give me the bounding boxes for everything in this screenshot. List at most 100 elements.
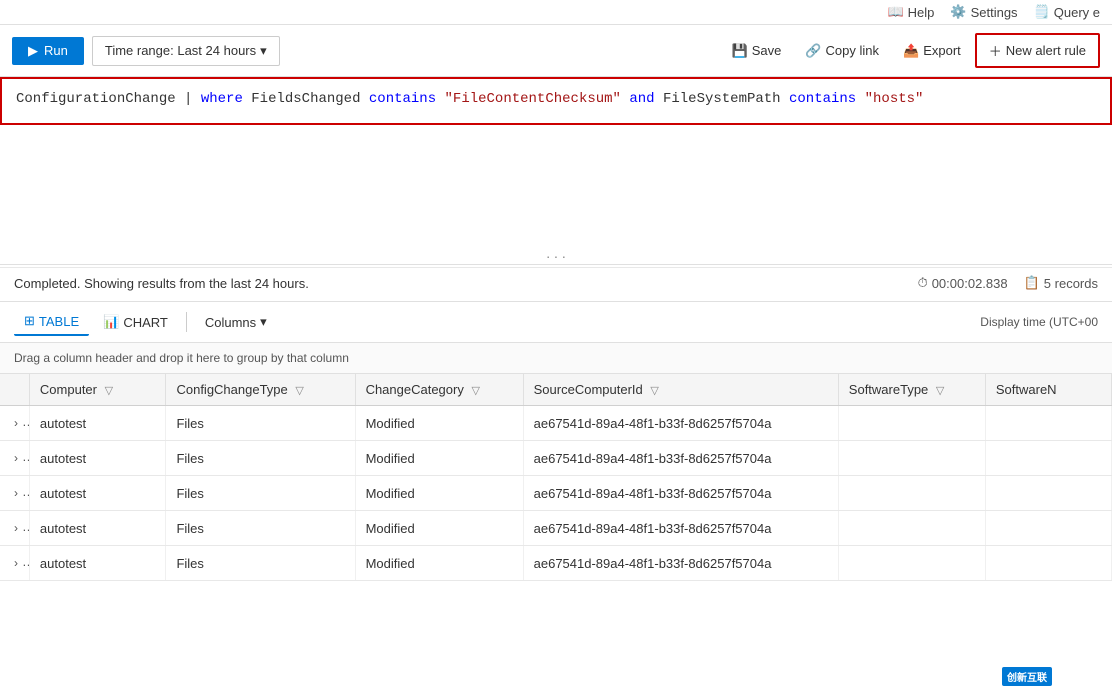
query-part-and: and bbox=[629, 91, 663, 107]
query-editor-label: Query e bbox=[1054, 5, 1100, 20]
table-cell bbox=[838, 546, 985, 581]
duration-value: 00:00:02.838 bbox=[932, 276, 1008, 291]
table-cell: ae67541d-89a4-48f1-b33f-8d6257f5704a bbox=[523, 476, 838, 511]
chevron-down-icon: ▾ bbox=[260, 314, 267, 330]
table-cell bbox=[985, 546, 1111, 581]
view-toggle-row: ⊞ TABLE 📊 CHART Columns ▾ Display time (… bbox=[0, 302, 1112, 343]
expand-row-button[interactable]: › bbox=[10, 449, 22, 467]
query-part-contains1: contains bbox=[369, 91, 445, 107]
query-part-string2: "hosts" bbox=[865, 91, 924, 107]
config-change-type-col-header[interactable]: ConfigChangeType ▽ bbox=[166, 374, 355, 406]
table-row[interactable]: ›autotestFilesModifiedae67541d-89a4-48f1… bbox=[0, 406, 1112, 441]
data-table: Computer ▽ ConfigChangeType ▽ ChangeCate… bbox=[0, 374, 1112, 581]
display-time: Display time (UTC+00 bbox=[980, 315, 1098, 329]
table-cell: autotest bbox=[29, 476, 166, 511]
ellipsis-indicator: . . . bbox=[0, 125, 1112, 268]
table-cell: Files bbox=[166, 406, 355, 441]
copy-link-button[interactable]: 🔗 Copy link bbox=[795, 37, 889, 65]
table-view-button[interactable]: ⊞ TABLE bbox=[14, 308, 89, 336]
table-cell: Modified bbox=[355, 406, 523, 441]
view-divider bbox=[186, 312, 187, 332]
source-computer-id-filter-icon[interactable]: ▽ bbox=[650, 384, 658, 397]
chart-view-button[interactable]: 📊 CHART bbox=[93, 309, 178, 335]
software-n-col-header[interactable]: SoftwareN bbox=[985, 374, 1111, 406]
clock-icon: ⏱ bbox=[918, 275, 928, 291]
query-editor-nav-item[interactable]: 🗒️ Query e bbox=[1034, 4, 1100, 20]
table-cell: ae67541d-89a4-48f1-b33f-8d6257f5704a bbox=[523, 441, 838, 476]
results-header: Completed. Showing results from the last… bbox=[0, 265, 1112, 302]
save-icon: 💾 bbox=[732, 43, 748, 59]
query-part-pipe: | bbox=[184, 91, 201, 107]
expand-row-button[interactable]: › bbox=[10, 519, 22, 537]
computer-filter-icon[interactable]: ▽ bbox=[105, 384, 113, 397]
table-cell: autotest bbox=[29, 441, 166, 476]
source-computer-id-col-header[interactable]: SourceComputerId ▽ bbox=[523, 374, 838, 406]
settings-icon: ⚙️ bbox=[950, 4, 966, 20]
query-editor[interactable]: ConfigurationChange | where FieldsChange… bbox=[0, 77, 1112, 125]
computer-col-header[interactable]: Computer ▽ bbox=[29, 374, 166, 406]
settings-label: Settings bbox=[971, 5, 1018, 20]
help-icon: 📖 bbox=[887, 4, 903, 20]
save-button[interactable]: 💾 Save bbox=[722, 37, 792, 65]
table-cell: Files bbox=[166, 441, 355, 476]
change-category-filter-icon[interactable]: ▽ bbox=[471, 384, 479, 397]
watermark: 创新互联 bbox=[1002, 667, 1052, 686]
table-cell: Files bbox=[166, 476, 355, 511]
expand-col-header bbox=[0, 374, 29, 406]
records-meta: 📋 5 records bbox=[1024, 275, 1098, 291]
toolbar-actions: 💾 Save 🔗 Copy link 📤 Export ＋ New alert … bbox=[722, 33, 1100, 68]
table-cell: ae67541d-89a4-48f1-b33f-8d6257f5704a bbox=[523, 546, 838, 581]
table-cell bbox=[985, 476, 1111, 511]
drag-notice: Drag a column header and drop it here to… bbox=[0, 343, 1112, 374]
table-body: ›autotestFilesModifiedae67541d-89a4-48f1… bbox=[0, 406, 1112, 581]
table-cell bbox=[838, 511, 985, 546]
table-row[interactable]: ›autotestFilesModifiedae67541d-89a4-48f1… bbox=[0, 511, 1112, 546]
records-value: 5 records bbox=[1044, 276, 1098, 291]
table-container[interactable]: Computer ▽ ConfigChangeType ▽ ChangeCate… bbox=[0, 374, 1112, 581]
export-icon: 📤 bbox=[903, 43, 919, 59]
query-empty-area: . . . bbox=[0, 125, 1112, 265]
table-cell: Files bbox=[166, 546, 355, 581]
expand-row-button[interactable]: › bbox=[10, 414, 22, 432]
change-category-col-header[interactable]: ChangeCategory ▽ bbox=[355, 374, 523, 406]
logo-box: 创新互联 bbox=[1002, 667, 1052, 686]
export-button[interactable]: 📤 Export bbox=[893, 37, 971, 65]
chart-icon: 📊 bbox=[103, 314, 119, 330]
query-part-fieldschanged: FieldsChanged bbox=[251, 91, 369, 107]
columns-button[interactable]: Columns ▾ bbox=[195, 309, 277, 335]
expand-row-button[interactable]: › bbox=[10, 484, 22, 502]
time-range-button[interactable]: Time range: Last 24 hours ▾ bbox=[92, 36, 280, 66]
copy-link-icon: 🔗 bbox=[805, 43, 821, 59]
table-icon: ⊞ bbox=[24, 313, 35, 329]
table-cell: Files bbox=[166, 511, 355, 546]
table-cell: Modified bbox=[355, 546, 523, 581]
table-cell: autotest bbox=[29, 406, 166, 441]
software-type-col-header[interactable]: SoftwareType ▽ bbox=[838, 374, 985, 406]
table-cell bbox=[838, 441, 985, 476]
table-cell: Modified bbox=[355, 441, 523, 476]
records-icon: 📋 bbox=[1024, 275, 1040, 291]
new-alert-rule-button[interactable]: ＋ New alert rule bbox=[975, 33, 1100, 68]
query-part-configchange: ConfigurationChange bbox=[16, 91, 184, 107]
query-part-contains2: contains bbox=[789, 91, 865, 107]
help-nav-item[interactable]: 📖 Help bbox=[887, 4, 934, 20]
toolbar: ▶ Run Time range: Last 24 hours ▾ 💾 Save… bbox=[0, 25, 1112, 77]
table-cell bbox=[838, 476, 985, 511]
results-status: Completed. Showing results from the last… bbox=[14, 276, 902, 291]
run-icon: ▶ bbox=[28, 43, 38, 59]
query-part-filesystempath: FileSystemPath bbox=[663, 91, 789, 107]
query-part-where: where bbox=[201, 91, 251, 107]
run-button[interactable]: ▶ Run bbox=[12, 37, 84, 65]
table-cell bbox=[838, 406, 985, 441]
table-cell: Modified bbox=[355, 511, 523, 546]
table-row[interactable]: › autotestFilesModifiedae67541d-89a4-48f1… bbox=[0, 441, 1112, 476]
table-row[interactable]: ›autotestFilesModifiedae67541d-89a4-48f1… bbox=[0, 546, 1112, 581]
settings-nav-item[interactable]: ⚙️ Settings bbox=[950, 4, 1017, 20]
duration-meta: ⏱ 00:00:02.838 bbox=[918, 275, 1008, 291]
software-type-filter-icon[interactable]: ▽ bbox=[936, 384, 944, 397]
help-label: Help bbox=[908, 5, 935, 20]
expand-row-button[interactable]: › bbox=[10, 554, 22, 572]
config-change-type-filter-icon[interactable]: ▽ bbox=[295, 384, 303, 397]
table-row[interactable]: ›autotestFilesModifiedae67541d-89a4-48f1… bbox=[0, 476, 1112, 511]
table-cell bbox=[985, 441, 1111, 476]
